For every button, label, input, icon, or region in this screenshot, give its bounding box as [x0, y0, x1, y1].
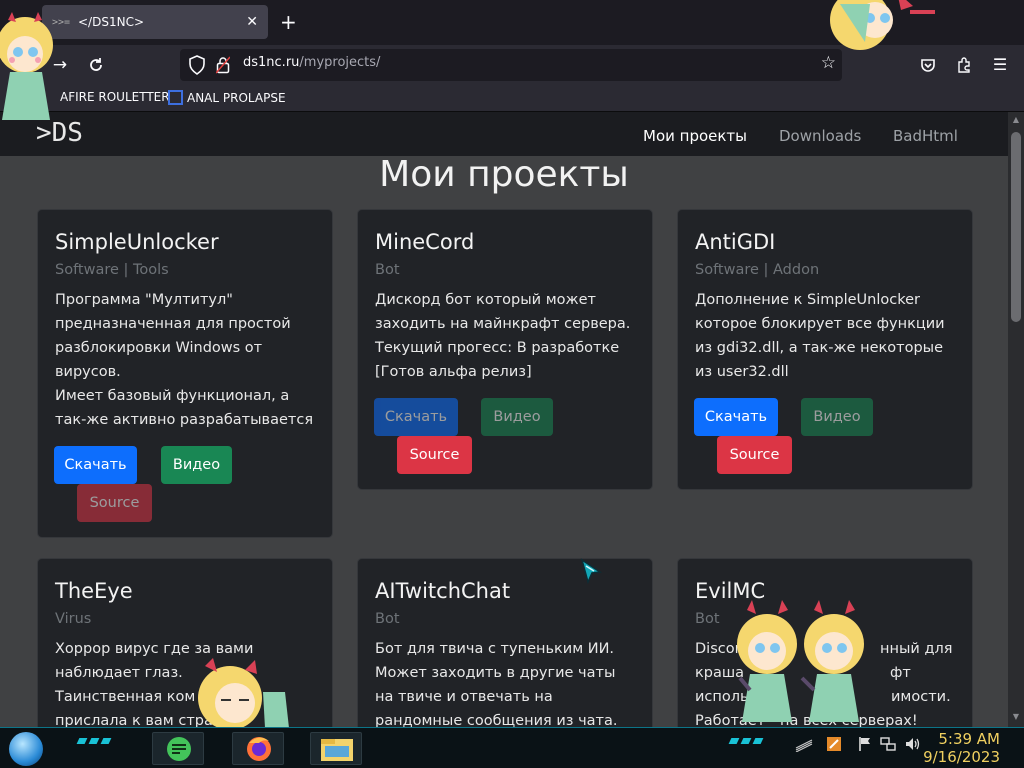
lock-icon[interactable]	[215, 56, 231, 78]
bookmark-item[interactable]: AFIRE ROULETTER	[60, 90, 170, 104]
card-title: SimpleUnlocker	[55, 230, 219, 254]
card-subtitle: Virus	[55, 611, 92, 627]
taskbar-decoration	[100, 738, 112, 744]
tray-app-icon[interactable]	[826, 736, 842, 756]
browser-tab[interactable]: >>= </DS1NC> ✕	[42, 5, 268, 39]
reload-icon[interactable]	[84, 53, 108, 77]
video-button[interactable]: Видео	[161, 446, 232, 484]
card-title: AntiGDI	[695, 230, 776, 254]
source-button[interactable]: Source	[77, 484, 152, 522]
page-title: Мои проекты	[379, 154, 629, 195]
video-button[interactable]: Видео	[801, 398, 873, 436]
scrollbar-thumb[interactable]	[1011, 132, 1021, 322]
nav-link-badhtml[interactable]: BadHtml	[893, 127, 958, 145]
download-button[interactable]: Скачать	[54, 446, 137, 484]
bookmark-label: ANAL PROLAPSE	[187, 90, 286, 105]
cartoon-sticker-top-right	[815, 0, 945, 66]
tray-show-hidden-icon[interactable]	[794, 736, 814, 756]
site-navbar: >DS Мои проекты Downloads BadHtml	[0, 112, 1008, 156]
download-button[interactable]: Скачать	[694, 398, 778, 436]
tab-close-icon[interactable]: ✕	[246, 14, 258, 30]
taskbar-decoration	[752, 738, 764, 744]
taskbar-decoration	[76, 738, 88, 744]
menu-hamburger-icon[interactable]: ☰	[988, 53, 1012, 77]
screen: >>= </DS1NC> ✕ + → ds1nc.ru/myprojects/ …	[0, 0, 1024, 768]
project-card-antigdi: AntiGDI Software | Addon Дополнение к Si…	[677, 209, 973, 490]
desc-fragment: фт	[890, 665, 911, 681]
url-path: /myprojects/	[299, 55, 381, 70]
bookmarks-toolbar: AFIRE ROULETTER ANAL PROLAPSE	[0, 85, 1024, 112]
taskbar-decoration	[88, 738, 100, 744]
taskbar-decoration	[740, 738, 752, 744]
page-scrollbar[interactable]: ▲ ▼	[1008, 112, 1024, 727]
url-host: ds1nc.ru	[243, 55, 300, 70]
project-card-simpleunlocker: SimpleUnlocker Software | Tools Программ…	[37, 209, 333, 538]
tab-title: </DS1NC>	[78, 15, 144, 29]
card-description: Дискорд бот который может заходить на ма…	[375, 292, 631, 380]
tray-volume-icon[interactable]	[904, 736, 922, 756]
clock-date: 9/16/2023	[923, 748, 1000, 766]
source-button[interactable]: Source	[717, 436, 792, 474]
taskbar-firefox-icon[interactable]	[232, 732, 284, 765]
extensions-icon[interactable]	[952, 53, 976, 77]
card-description: Программа "Мултитул" предназначенная для…	[55, 292, 314, 428]
tracking-protection-icon[interactable]	[188, 55, 206, 79]
video-button[interactable]: Видео	[481, 398, 553, 436]
tray-flag-icon[interactable]	[858, 736, 872, 756]
download-button[interactable]: Скачать	[374, 398, 458, 436]
taskbar: 5:39 AM 9/16/2023	[0, 727, 1024, 768]
nav-link-my-projects[interactable]: Мои проекты	[643, 127, 747, 145]
bookmark-label: AFIRE ROULETTER	[60, 90, 170, 104]
card-subtitle: Software | Tools	[55, 262, 169, 278]
card-subtitle: Bot	[375, 611, 400, 627]
card-subtitle: Software | Addon	[695, 262, 820, 278]
project-card-aitwitchchat: AITwitchChat Bot Бот для твича с тупеньк…	[357, 558, 653, 727]
bookmark-item[interactable]: ANAL PROLAPSE	[168, 90, 286, 105]
url-text[interactable]: ds1nc.ru/myprojects/	[243, 55, 380, 70]
taskbar-notes-app-icon[interactable]	[152, 732, 204, 765]
desc-fragment: нный для	[880, 641, 953, 657]
start-orb-icon[interactable]	[9, 732, 43, 766]
card-description: Бот для твича с тупеньким ИИ. Может захо…	[375, 641, 618, 727]
nav-link-downloads[interactable]: Downloads	[779, 127, 861, 145]
card-description: Дополнение к SimpleUnlocker которое блок…	[695, 292, 945, 380]
cartoon-sticker-bottom-left	[185, 658, 305, 732]
address-bar[interactable]: ds1nc.ru/myprojects/ ☆	[180, 49, 842, 81]
project-card-minecord: MineCord Bot Дискорд бот который может з…	[357, 209, 653, 490]
tray-network-icon[interactable]	[880, 736, 896, 756]
cartoon-sticker-bottom-right	[722, 596, 882, 728]
new-tab-button[interactable]: +	[280, 10, 297, 34]
card-title: MineCord	[375, 230, 475, 254]
taskbar-file-explorer-icon[interactable]	[310, 732, 362, 765]
clock-time: 5:39 AM	[938, 730, 1000, 748]
bookmark-favicon-icon	[168, 90, 183, 105]
source-button[interactable]: Source	[397, 436, 472, 474]
scroll-down-icon[interactable]: ▼	[1011, 712, 1021, 722]
card-title: TheEye	[55, 579, 133, 603]
taskbar-clock[interactable]: 5:39 AM 9/16/2023	[923, 730, 1000, 766]
scroll-up-icon[interactable]: ▲	[1011, 115, 1021, 125]
desc-fragment: имости.	[891, 689, 951, 705]
cartoon-sticker-top-left	[0, 10, 60, 134]
mouse-cursor-icon	[580, 558, 604, 588]
taskbar-decoration	[728, 738, 740, 744]
card-subtitle: Bot	[375, 262, 400, 278]
